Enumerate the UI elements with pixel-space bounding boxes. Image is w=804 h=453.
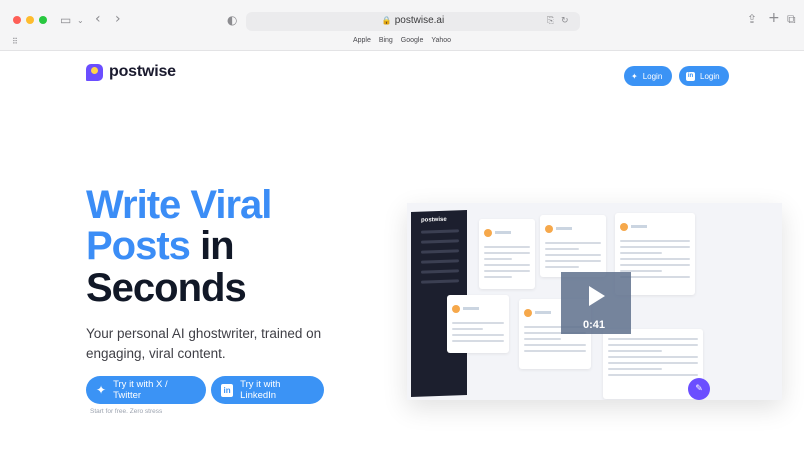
hero-subtitle: Your personal AI ghostwriter, trained on… — [86, 326, 322, 361]
free-trial-note: Start for free. Zero stress — [90, 408, 163, 415]
try-twitter-button[interactable]: ✦ Try it with X / Twitter — [86, 376, 206, 404]
hero-headline-posts: Posts — [86, 224, 191, 268]
sidebar-toggle-icon[interactable]: ▭ — [60, 14, 71, 26]
tab-overview-icon[interactable]: ⧉ — [787, 13, 796, 25]
twitter-bird-icon: ✦ — [631, 71, 638, 81]
close-window-button[interactable] — [13, 16, 21, 24]
minimize-window-button[interactable] — [26, 16, 34, 24]
hero-headline-line1: Write Viral — [86, 183, 272, 227]
twitter-login-label: Login — [642, 71, 663, 81]
hero-headline-in: in — [200, 224, 235, 268]
zoom-window-button[interactable] — [39, 16, 47, 24]
post-card — [447, 295, 509, 353]
app-title: postwise — [421, 216, 447, 224]
plus-icon[interactable]: + — [768, 11, 780, 25]
bookmark-yahoo[interactable]: Yahoo — [431, 37, 451, 44]
twitter-bird-icon: ✦ — [96, 383, 107, 397]
post-card — [479, 219, 535, 289]
video-duration: 0:41 — [583, 319, 606, 331]
try-linkedin-label: Try it with LinkedIn — [240, 379, 281, 401]
play-icon[interactable] — [589, 286, 605, 306]
try-twitter-label: Try it with X / Twitter — [113, 379, 168, 401]
browser-toolbar: ▭ ⌄ ‹ › ◐ 🔒 postwise.ai ⎘ ↻ ⇪ + ⧉ ⠿ Apple… — [0, 0, 804, 51]
linkedin-icon: in — [221, 383, 234, 397]
linkedin-login-label: Login — [700, 71, 720, 81]
bookmarks-bar: Apple Bing Google Yahoo — [0, 37, 804, 44]
twitter-login-button[interactable]: ✦ Login — [624, 66, 672, 86]
chevron-right-icon[interactable]: › — [115, 12, 121, 26]
reload-icon[interactable]: ↻ — [561, 15, 569, 27]
url-text: postwise.ai — [394, 15, 445, 26]
share-icon[interactable]: ⇪ — [747, 13, 757, 25]
bookmark-apple[interactable]: Apple — [353, 37, 371, 44]
linkedin-login-button[interactable]: in Login — [679, 66, 729, 86]
postwise-logo-icon — [86, 63, 103, 81]
hero-headline-line3: Seconds — [86, 266, 247, 310]
linkedin-icon: in — [686, 71, 695, 81]
privacy-shield-icon[interactable]: ◐ — [227, 14, 237, 26]
lock-icon: 🔒 — [381, 16, 392, 25]
hero-headline-line2: Posts in — [86, 224, 235, 268]
chevron-down-icon[interactable]: ⌄ — [77, 15, 84, 27]
address-bar[interactable]: 🔒 postwise.ai ⎘ ↻ — [246, 12, 580, 31]
brand-name: postwise — [109, 63, 176, 80]
translate-icon[interactable]: ⎘ — [547, 15, 554, 27]
try-linkedin-button[interactable]: in Try it with LinkedIn — [211, 376, 324, 404]
pencil-icon[interactable]: ✎ — [688, 378, 710, 400]
site-logo[interactable]: postwise — [86, 63, 176, 81]
post-card — [540, 215, 606, 277]
bookmark-bing[interactable]: Bing — [379, 37, 393, 44]
chevron-left-icon[interactable]: ‹ — [95, 12, 101, 26]
bookmark-google[interactable]: Google — [401, 37, 424, 44]
